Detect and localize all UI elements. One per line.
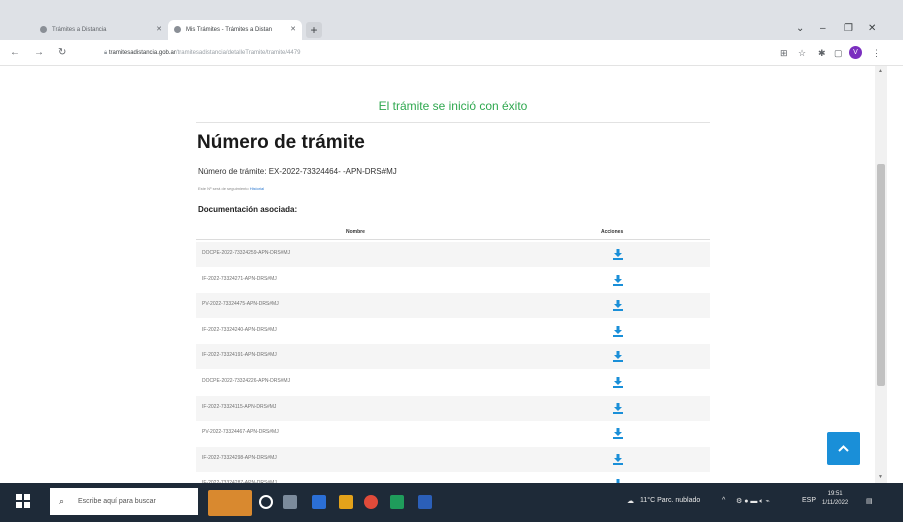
browser-window: Trámites a Distancia ✕ Mis Trámites - Tr… (0, 0, 903, 522)
download-icon[interactable] (612, 325, 624, 337)
col-acciones: Acciones (601, 229, 624, 235)
maximize-icon[interactable]: ❐ (844, 22, 853, 36)
tray-icons[interactable]: ⚙ ● ▬ 🔈︎ ⌁ (736, 497, 770, 506)
back-to-top-button[interactable] (827, 432, 860, 465)
table-row: PV-2022-73324475-APN-DRS#MJ (196, 293, 710, 319)
forward-icon[interactable]: → (34, 46, 44, 60)
tracking-note: Este Nº será de seguimiento Historial (198, 186, 264, 191)
file-explorer-icon[interactable] (339, 495, 353, 509)
note-text: Este Nº será de seguimiento (198, 186, 250, 191)
download-icon[interactable] (612, 249, 624, 260)
cortana-icon[interactable] (259, 495, 273, 509)
side-panel-icon[interactable]: ▢ (834, 46, 843, 60)
chrome-icon[interactable] (364, 495, 378, 509)
download-icon[interactable] (612, 402, 624, 414)
bookmark-star-icon[interactable]: ☆ (798, 46, 806, 60)
download-icon[interactable] (612, 453, 624, 465)
download-icon[interactable] (612, 300, 624, 312)
favicon-icon (40, 26, 47, 33)
clock[interactable]: 19:51 1/11/2022 (822, 490, 848, 508)
historial-link[interactable]: Historial (250, 186, 264, 191)
back-icon[interactable]: ← (10, 46, 20, 60)
table-header: Nombre Acciones (196, 226, 710, 240)
clock-date: 1/11/2022 (822, 500, 849, 506)
tab-mis-tramites[interactable]: Mis Trámites - Trámites a Distan ✕ (168, 20, 302, 40)
chevron-up-icon (838, 445, 849, 452)
menu-icon[interactable]: ⋮ (872, 46, 881, 60)
notifications-icon[interactable]: ▤ (866, 497, 873, 505)
download-icon[interactable] (612, 377, 624, 388)
document-name: DOCPE-2022-73324259-APN-DRS#MJ (202, 250, 291, 256)
reload-icon[interactable]: ↻ (58, 46, 66, 60)
col-nombre: Nombre (346, 229, 365, 235)
favicon-icon (174, 26, 181, 33)
language-indicator[interactable]: ESP (802, 497, 816, 504)
tab-strip: Trámites a Distancia ✕ Mis Trámites - Tr… (0, 0, 903, 40)
table-row: IF-2022-73324115-APN-DRS#MJ (196, 395, 710, 421)
document-name: PV-2022-73324467-APN-DRS#MJ (202, 429, 279, 436)
table-row: DOCPE-2022-73324259-APN-DRS#MJ (196, 242, 710, 267)
download-icon[interactable] (612, 274, 624, 286)
divider (196, 122, 710, 123)
document-name: IF-2022-73324298-APN-DRS#MJ (202, 454, 277, 461)
document-name: IF-2022-73324271-APN-DRS#MJ (202, 275, 277, 282)
document-name: IF-2022-73324191-APN-DRS#MJ (202, 352, 277, 359)
url-path: /tramitesadistancia/detalleTramite/trami… (175, 50, 301, 56)
url-domain: tramitesadistancia.gob.ar (108, 50, 176, 56)
app-icon[interactable] (390, 495, 404, 509)
close-tab-icon[interactable]: ✕ (156, 20, 162, 40)
success-message: El trámite se inició con éxito (378, 99, 528, 113)
search-icon: ⌕ (59, 496, 65, 506)
profile-avatar[interactable]: V (849, 46, 862, 59)
page-content: El trámite se inició con éxito Número de… (0, 66, 875, 483)
url-input[interactable]: 🔒︎ tramitesadistancia.gob.ar/tramitesadi… (94, 44, 774, 62)
close-window-icon[interactable]: ✕ (868, 22, 876, 36)
search-placeholder: Escribe aquí para buscar (78, 498, 156, 505)
install-icon[interactable]: ⊞ (780, 46, 788, 60)
document-name: DOCPE-2022-73324226-APN-DRS#MJ (202, 378, 291, 384)
table-row: PV-2022-73324467-APN-DRS#MJ (196, 421, 710, 446)
table-row: IF-2022-73324298-APN-DRS#MJ (196, 446, 710, 472)
app-icon[interactable] (312, 495, 326, 509)
tab-tramites-a-distancia[interactable]: Trámites a Distancia ✕ (34, 20, 168, 40)
scroll-up-icon[interactable]: ▲ (878, 68, 883, 74)
taskbar-news-widget-icon[interactable] (208, 490, 252, 516)
scroll-down-icon[interactable]: ▼ (878, 474, 883, 480)
word-icon[interactable] (418, 495, 432, 509)
tray-overflow-icon[interactable]: ^ (722, 497, 725, 504)
scroll-thumb[interactable] (877, 164, 885, 386)
minimize-icon[interactable]: – (820, 22, 826, 36)
table-row: IF-2022-73324191-APN-DRS#MJ (196, 344, 710, 370)
scrollbar[interactable]: ▲ ▼ (875, 66, 887, 483)
page-title: Número de trámite (197, 132, 365, 153)
task-view-icon[interactable] (283, 495, 297, 509)
weather-text[interactable]: 11°C Parc. nublado (640, 497, 700, 504)
tab-label: Trámites a Distancia (52, 27, 107, 33)
table-row: IF-2022-73324240-APN-DRS#MJ (196, 319, 710, 344)
tramite-number: Número de trámite: EX-2022-73324464- -AP… (198, 167, 397, 176)
download-icon[interactable] (612, 351, 624, 363)
clock-time: 19:51 (827, 491, 843, 497)
extensions-icon[interactable]: ✱ (818, 46, 826, 60)
download-icon[interactable] (612, 428, 624, 440)
table-row: DOCPE-2022-73324226-APN-DRS#MJ (196, 370, 710, 395)
new-tab-button[interactable]: + (306, 22, 322, 38)
taskbar: ⌕ Escribe aquí para buscar ☁︎ 11°C Parc.… (0, 483, 903, 522)
windows-start-icon[interactable] (16, 494, 30, 508)
document-name: PV-2022-73324475-APN-DRS#MJ (202, 301, 279, 308)
table-row: IF-2022-73324271-APN-DRS#MJ (196, 268, 710, 293)
address-bar: ← → ↻ 🔒︎ tramitesadistancia.gob.ar/trami… (0, 40, 903, 66)
weather-icon: ☁︎ (627, 498, 634, 505)
docs-heading: Documentación asociada: (198, 205, 298, 214)
close-tab-icon[interactable]: ✕ (290, 20, 296, 40)
table-row: IF-2022-73324287-APN-DRS#MJ (196, 472, 710, 483)
taskbar-search-input[interactable]: ⌕ Escribe aquí para buscar (50, 488, 198, 515)
document-name: IF-2022-73324240-APN-DRS#MJ (202, 326, 277, 333)
document-name: IF-2022-73324115-APN-DRS#MJ (202, 403, 277, 410)
tab-label: Mis Trámites - Trámites a Distan (186, 27, 273, 33)
tab-search-icon[interactable]: ⌄ (796, 22, 804, 36)
